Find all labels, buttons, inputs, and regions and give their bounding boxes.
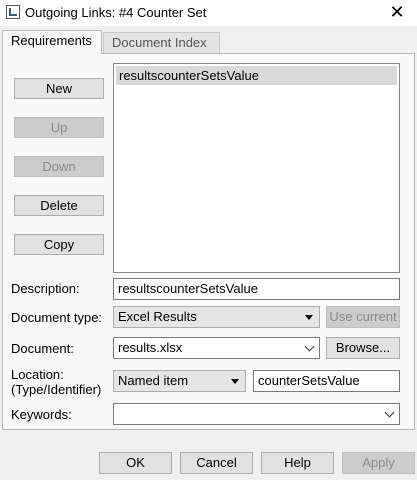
browse-button[interactable]: Browse... bbox=[326, 337, 400, 359]
location-sublabel: (Type/Identifier) bbox=[11, 382, 102, 397]
document-type-label: Document type: bbox=[11, 310, 103, 325]
location-type-value: Named item bbox=[118, 373, 189, 388]
description-field[interactable]: resultscounterSetsValue bbox=[113, 278, 400, 300]
use-current-button[interactable]: Use current bbox=[326, 306, 400, 328]
help-button[interactable]: Help bbox=[261, 452, 334, 474]
location-identifier-field[interactable]: counterSetsValue bbox=[253, 370, 400, 392]
copy-button[interactable]: Copy bbox=[14, 234, 104, 255]
title-bar: Outgoing Links: #4 Counter Set ✕ bbox=[0, 0, 417, 26]
document-type-select[interactable]: Excel Results bbox=[113, 306, 320, 328]
app-icon bbox=[6, 5, 20, 19]
dropdown-arrow-icon bbox=[231, 379, 239, 384]
keywords-combo[interactable] bbox=[113, 403, 400, 425]
delete-button[interactable]: Delete bbox=[14, 195, 104, 216]
list-item[interactable]: resultscounterSetsValue bbox=[116, 66, 397, 85]
document-combo[interactable]: results.xlsx bbox=[113, 337, 320, 359]
location-type-select[interactable]: Named item bbox=[113, 370, 246, 392]
chevron-down-icon bbox=[304, 341, 315, 352]
document-type-value: Excel Results bbox=[118, 309, 197, 324]
down-button[interactable]: Down bbox=[14, 156, 104, 177]
tab-requirements[interactable]: Requirements bbox=[2, 30, 102, 54]
description-label: Description: bbox=[11, 281, 80, 296]
keywords-label: Keywords: bbox=[11, 407, 72, 422]
up-button[interactable]: Up bbox=[14, 117, 104, 138]
cancel-button[interactable]: Cancel bbox=[180, 452, 253, 474]
window-title: Outgoing Links: #4 Counter Set bbox=[25, 5, 207, 20]
new-button[interactable]: New bbox=[14, 78, 104, 99]
requirements-list[interactable]: resultscounterSetsValue bbox=[113, 63, 400, 273]
document-value: results.xlsx bbox=[118, 340, 183, 355]
tab-document-index[interactable]: Document Index bbox=[103, 32, 220, 53]
chevron-down-icon bbox=[384, 407, 395, 418]
document-label: Document: bbox=[11, 341, 74, 356]
dropdown-arrow-icon bbox=[305, 315, 313, 320]
close-icon[interactable]: ✕ bbox=[377, 0, 417, 26]
ok-button[interactable]: OK bbox=[99, 452, 172, 474]
location-label: Location: bbox=[11, 367, 64, 382]
apply-button[interactable]: Apply bbox=[342, 452, 415, 474]
